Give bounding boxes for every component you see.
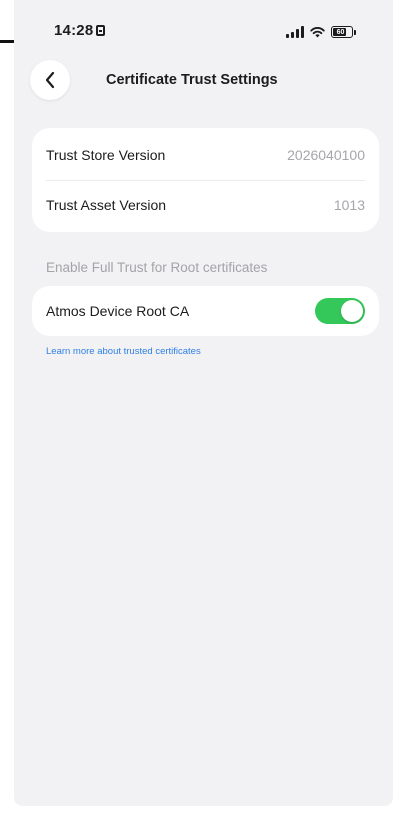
battery-level: 60 — [336, 28, 345, 36]
back-button[interactable] — [30, 60, 70, 100]
status-time: 14:28 — [54, 22, 94, 39]
navigation-bar: Certificate Trust Settings — [14, 58, 393, 104]
status-time-wrap: 14:28 — [54, 22, 106, 39]
trust-store-version-value: 2026040100 — [287, 147, 365, 163]
battery-cap — [354, 30, 356, 35]
full-trust-toggle[interactable] — [315, 298, 365, 324]
page-title: Certificate Trust Settings — [106, 72, 278, 88]
toggle-knob — [341, 300, 363, 322]
trust-asset-version-value: 1013 — [333, 197, 365, 213]
root-certificate-card: Atmos Device Root CA — [32, 286, 379, 336]
status-icons: 60 — [286, 22, 356, 38]
root-certificate-label: Atmos Device Root CA — [46, 303, 190, 319]
chevron-left-icon — [45, 71, 55, 89]
learn-more-link[interactable]: Learn more about trusted certificates — [46, 346, 201, 357]
notification-badge-icon — [96, 25, 106, 36]
trust-store-version-row: Trust Store Version 2026040100 — [46, 130, 365, 180]
cellular-signal-icon — [286, 26, 304, 38]
trust-store-version-label: Trust Store Version — [46, 147, 166, 163]
phone-screen: 14:28 60 Certificate Trust Settings Trus… — [14, 0, 393, 806]
battery-icon: 60 — [331, 26, 353, 38]
version-info-card: Trust Store Version 2026040100 Trust Ass… — [32, 128, 379, 232]
status-bar: 14:28 60 — [14, 0, 393, 56]
trust-asset-version-label: Trust Asset Version — [46, 197, 167, 213]
wifi-icon — [310, 27, 325, 38]
trust-asset-version-row: Trust Asset Version 1013 — [46, 180, 365, 230]
section-header-full-trust: Enable Full Trust for Root certificates — [46, 260, 268, 275]
